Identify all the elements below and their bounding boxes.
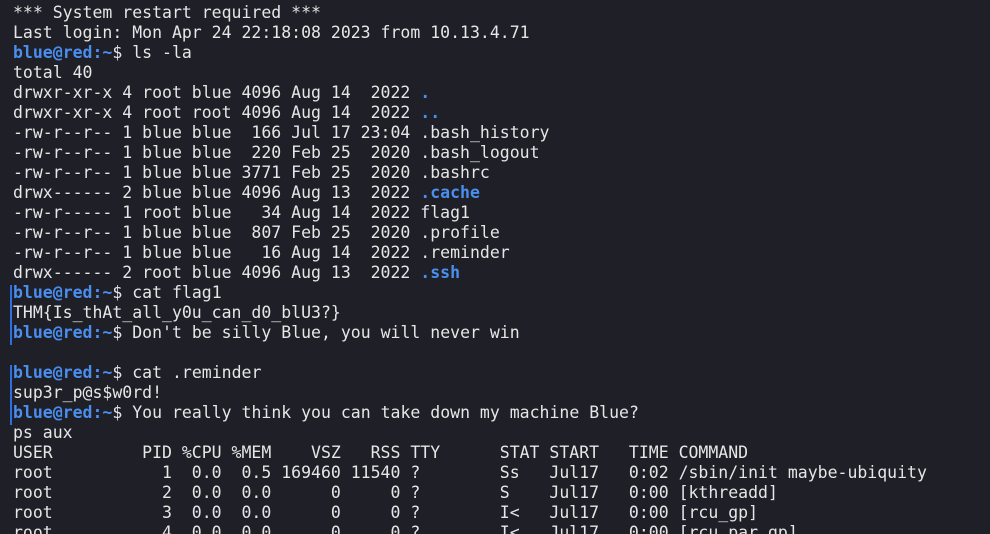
prompt-line: blue@red:~$ Don't be silly Blue, you wil… <box>13 323 990 343</box>
output-text: root 4 0.0 0.0 0 0 ? I< Jul17 0:00 [rcu_… <box>13 523 798 534</box>
listing-row: -rw-r--r-- 1 blue blue 3771 Feb 25 2020 … <box>13 163 990 183</box>
output-text: sup3r_p@s$w0rd! <box>13 383 163 402</box>
output-text: root 3 0.0 0.0 0 0 ? I< Jul17 0:00 [rcu_… <box>13 503 759 522</box>
command-text: Don't be silly Blue, you will never win <box>132 323 520 342</box>
prompt-symbol: $ <box>112 323 133 342</box>
command-text: ls -la <box>132 43 192 62</box>
file-name: .reminder <box>420 243 510 262</box>
command-text: cat flag1 <box>132 283 222 302</box>
listing-row: drwx------ 2 root blue 4096 Aug 13 2022 … <box>13 263 990 283</box>
output-line: Last login: Mon Apr 24 22:18:08 2023 fro… <box>13 23 990 43</box>
output-text: Last login: Mon Apr 24 22:18:08 2023 fro… <box>13 23 530 42</box>
prompt-at: @ <box>52 43 63 62</box>
prompt-symbol: $ <box>112 43 133 62</box>
prompt-host: red <box>62 283 93 302</box>
file-meta: -rw-r--r-- 1 blue blue 807 Feb 25 2020 <box>13 223 421 242</box>
file-meta: -rw-r----- 1 root blue 34 Aug 14 2022 <box>13 203 421 222</box>
output-line: USER PID %CPU %MEM VSZ RSS TTY STAT STAR… <box>13 443 990 463</box>
prompt-at: @ <box>52 363 63 382</box>
prompt-path: :~ <box>92 43 113 62</box>
prompt-host: red <box>62 323 93 342</box>
command-text: cat .reminder <box>132 363 262 382</box>
output-line: THM{Is_thAt_all_y0u_can_d0_blU3?} <box>13 303 990 323</box>
output-text: root 2 0.0 0.0 0 0 ? S Jul17 0:00 [kthre… <box>13 483 778 502</box>
file-name: .bashrc <box>420 163 490 182</box>
prompt-user: blue <box>13 43 53 62</box>
prompt-user: blue <box>13 323 53 342</box>
directory-name: .ssh <box>420 263 461 282</box>
output-line: ps aux <box>13 423 990 443</box>
file-meta: drwx------ 2 root blue 4096 Aug 13 2022 <box>13 263 421 282</box>
prompt-line: blue@red:~$ You really think you can tak… <box>13 403 990 423</box>
prompt-symbol: $ <box>112 283 133 302</box>
prompt-user: blue <box>13 283 53 302</box>
prompt-host: red <box>62 403 93 422</box>
output-line: root 3 0.0 0.0 0 0 ? I< Jul17 0:00 [rcu_… <box>13 503 990 523</box>
prompt-symbol: $ <box>112 403 133 422</box>
file-name: flag1 <box>420 203 470 222</box>
prompt-host: red <box>62 43 93 62</box>
output-line: *** System restart required *** <box>13 3 990 23</box>
prompt-symbol: $ <box>112 363 133 382</box>
directory-name: .cache <box>420 183 480 202</box>
prompt-line: blue@red:~$ ls -la <box>13 43 990 63</box>
prompt-at: @ <box>52 283 63 302</box>
output-line: root 4 0.0 0.0 0 0 ? I< Jul17 0:00 [rcu_… <box>13 523 990 534</box>
terminal-output: *** System restart required *** Last logi… <box>13 3 990 534</box>
prompt-line: blue@red:~$ cat flag1 <box>13 283 990 303</box>
command-text: You really think you can take down my ma… <box>132 403 639 422</box>
prompt-user: blue <box>13 403 53 422</box>
listing-row: -rw-r--r-- 1 blue blue 220 Feb 25 2020 .… <box>13 143 990 163</box>
prompt-at: @ <box>52 403 63 422</box>
prompt-line: blue@red:~$ cat .reminder <box>13 363 990 383</box>
file-meta: -rw-r--r-- 1 blue blue 3771 Feb 25 2020 <box>13 163 421 182</box>
prompt-path: :~ <box>92 323 113 342</box>
file-meta: -rw-r--r-- 1 blue blue 16 Aug 14 2022 <box>13 243 421 262</box>
command-marker <box>10 365 12 425</box>
prompt-user: blue <box>13 363 53 382</box>
output-line: root 2 0.0 0.0 0 0 ? S Jul17 0:00 [kthre… <box>13 483 990 503</box>
output-text: ps aux <box>13 423 73 442</box>
listing-row: drwx------ 2 blue blue 4096 Aug 13 2022 … <box>13 183 990 203</box>
output-text: root 1 0.0 0.5 169460 11540 ? Ss Jul17 0… <box>13 463 927 482</box>
file-name: .profile <box>420 223 500 242</box>
file-meta: drwxr-xr-x 4 root blue 4096 Aug 14 2022 <box>13 83 421 102</box>
file-meta: -rw-r--r-- 1 blue blue 166 Jul 17 23:04 <box>13 123 421 142</box>
listing-row: -rw-r--r-- 1 blue blue 16 Aug 14 2022 .r… <box>13 243 990 263</box>
output-text: *** System restart required *** <box>13 3 321 22</box>
prompt-path: :~ <box>92 363 113 382</box>
prompt-path: :~ <box>92 403 113 422</box>
directory-name: . <box>420 83 431 102</box>
prompt-at: @ <box>52 323 63 342</box>
file-name: .bash_history <box>420 123 550 142</box>
output-line: root 1 0.0 0.5 169460 11540 ? Ss Jul17 0… <box>13 463 990 483</box>
output-text: USER PID %CPU %MEM VSZ RSS TTY STAT STAR… <box>13 443 749 462</box>
listing-row: drwxr-xr-x 4 root root 4096 Aug 14 2022 … <box>13 103 990 123</box>
file-meta: drwx------ 2 blue blue 4096 Aug 13 2022 <box>13 183 421 202</box>
listing-row: -rw-r----- 1 root blue 34 Aug 14 2022 fl… <box>13 203 990 223</box>
file-meta: -rw-r--r-- 1 blue blue 220 Feb 25 2020 <box>13 143 421 162</box>
file-name: .bash_logout <box>420 143 540 162</box>
command-marker <box>10 285 12 345</box>
listing-row: drwxr-xr-x 4 root blue 4096 Aug 14 2022 … <box>13 83 990 103</box>
prompt-host: red <box>62 363 93 382</box>
prompt-path: :~ <box>92 283 113 302</box>
output-text: THM{Is_thAt_all_y0u_can_d0_blU3?} <box>13 303 341 322</box>
output-line: sup3r_p@s$w0rd! <box>13 383 990 403</box>
terminal-window[interactable]: *** System restart required *** Last logi… <box>0 0 990 534</box>
output-line: total 40 <box>13 63 990 83</box>
listing-row: -rw-r--r-- 1 blue blue 166 Jul 17 23:04 … <box>13 123 990 143</box>
directory-name: .. <box>420 103 441 122</box>
file-meta: drwxr-xr-x 4 root root 4096 Aug 14 2022 <box>13 103 421 122</box>
output-text: total 40 <box>13 63 93 82</box>
listing-row: -rw-r--r-- 1 blue blue 807 Feb 25 2020 .… <box>13 223 990 243</box>
